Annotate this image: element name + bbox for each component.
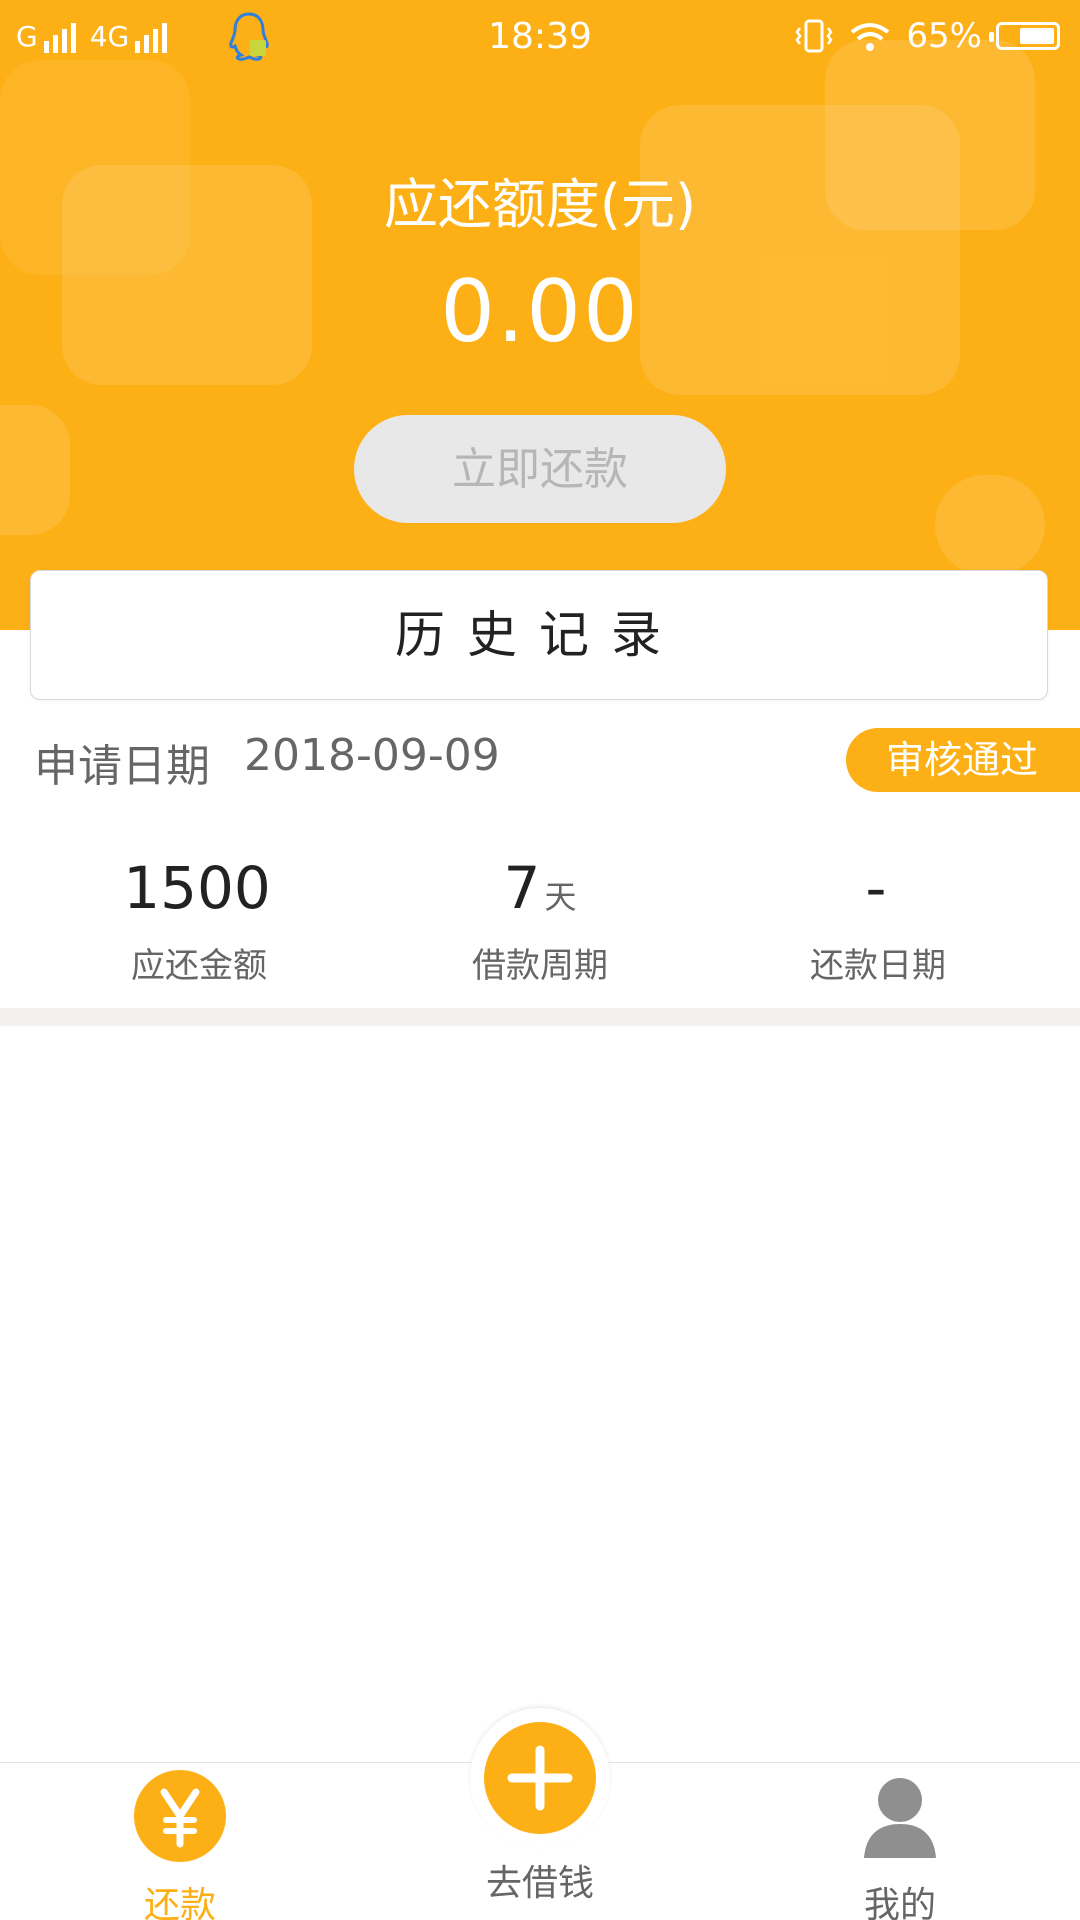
battery-level [1020, 28, 1054, 44]
due-amount-value: 0.00 [440, 262, 640, 362]
repayment-screen: G 4G 18:39 65% 应还额度(元) 0.00 立即还款 历史记录 申请… [0, 0, 1080, 1920]
stat-label: 借款周期 [472, 946, 608, 986]
application-date-row: 申请日期 2018-09-09 [34, 730, 500, 794]
stat-value: - [865, 854, 887, 922]
stat-label: 应还金额 [131, 946, 267, 986]
nav-label: 还款 [143, 1885, 216, 1920]
section-divider [0, 1008, 1080, 1026]
nav-tab-borrow[interactable]: 去借钱 [430, 1722, 650, 1906]
stat-loan-period: 7天 借款周期 [390, 850, 690, 987]
user-icon [854, 1770, 946, 1862]
application-date-value: 2018-09-09 [244, 730, 500, 781]
wifi-icon [851, 23, 890, 51]
status-badge: 审核通过 [846, 728, 1080, 792]
vibrate-icon [795, 19, 833, 53]
stat-amount-due: 1500 应还金额 [49, 850, 349, 987]
status-bar: G 4G 18:39 65% [0, 0, 1080, 76]
plus-icon [484, 1722, 596, 1834]
nav-tab-mine[interactable]: 我的 [790, 1770, 1010, 1920]
due-amount-label: 应还额度(元) [383, 173, 697, 236]
bokeh-decoration [0, 405, 70, 535]
stat-label: 还款日期 [810, 946, 946, 986]
repay-now-button[interactable]: 立即还款 [354, 415, 726, 523]
stat-repay-date: - 还款日期 [728, 850, 1028, 987]
status-icons: 65% [794, 16, 1060, 56]
nav-label: 我的 [863, 1885, 936, 1920]
nav-label: 去借钱 [485, 1863, 594, 1904]
bokeh-decoration [935, 475, 1045, 575]
header-banner: G 4G 18:39 65% 应还额度(元) 0.00 立即还款 [0, 0, 1080, 630]
battery-icon [989, 22, 1060, 50]
battery-percent: 65% [906, 16, 982, 56]
stat-value: 1500 [123, 854, 271, 922]
application-date-label: 申请日期 [34, 741, 210, 792]
stat-value: 7 [503, 854, 541, 922]
history-records-button[interactable]: 历史记录 [30, 570, 1048, 700]
nav-tab-repay[interactable]: 还款 [70, 1770, 290, 1920]
stat-unit: 天 [544, 878, 577, 916]
yen-icon [134, 1770, 226, 1862]
